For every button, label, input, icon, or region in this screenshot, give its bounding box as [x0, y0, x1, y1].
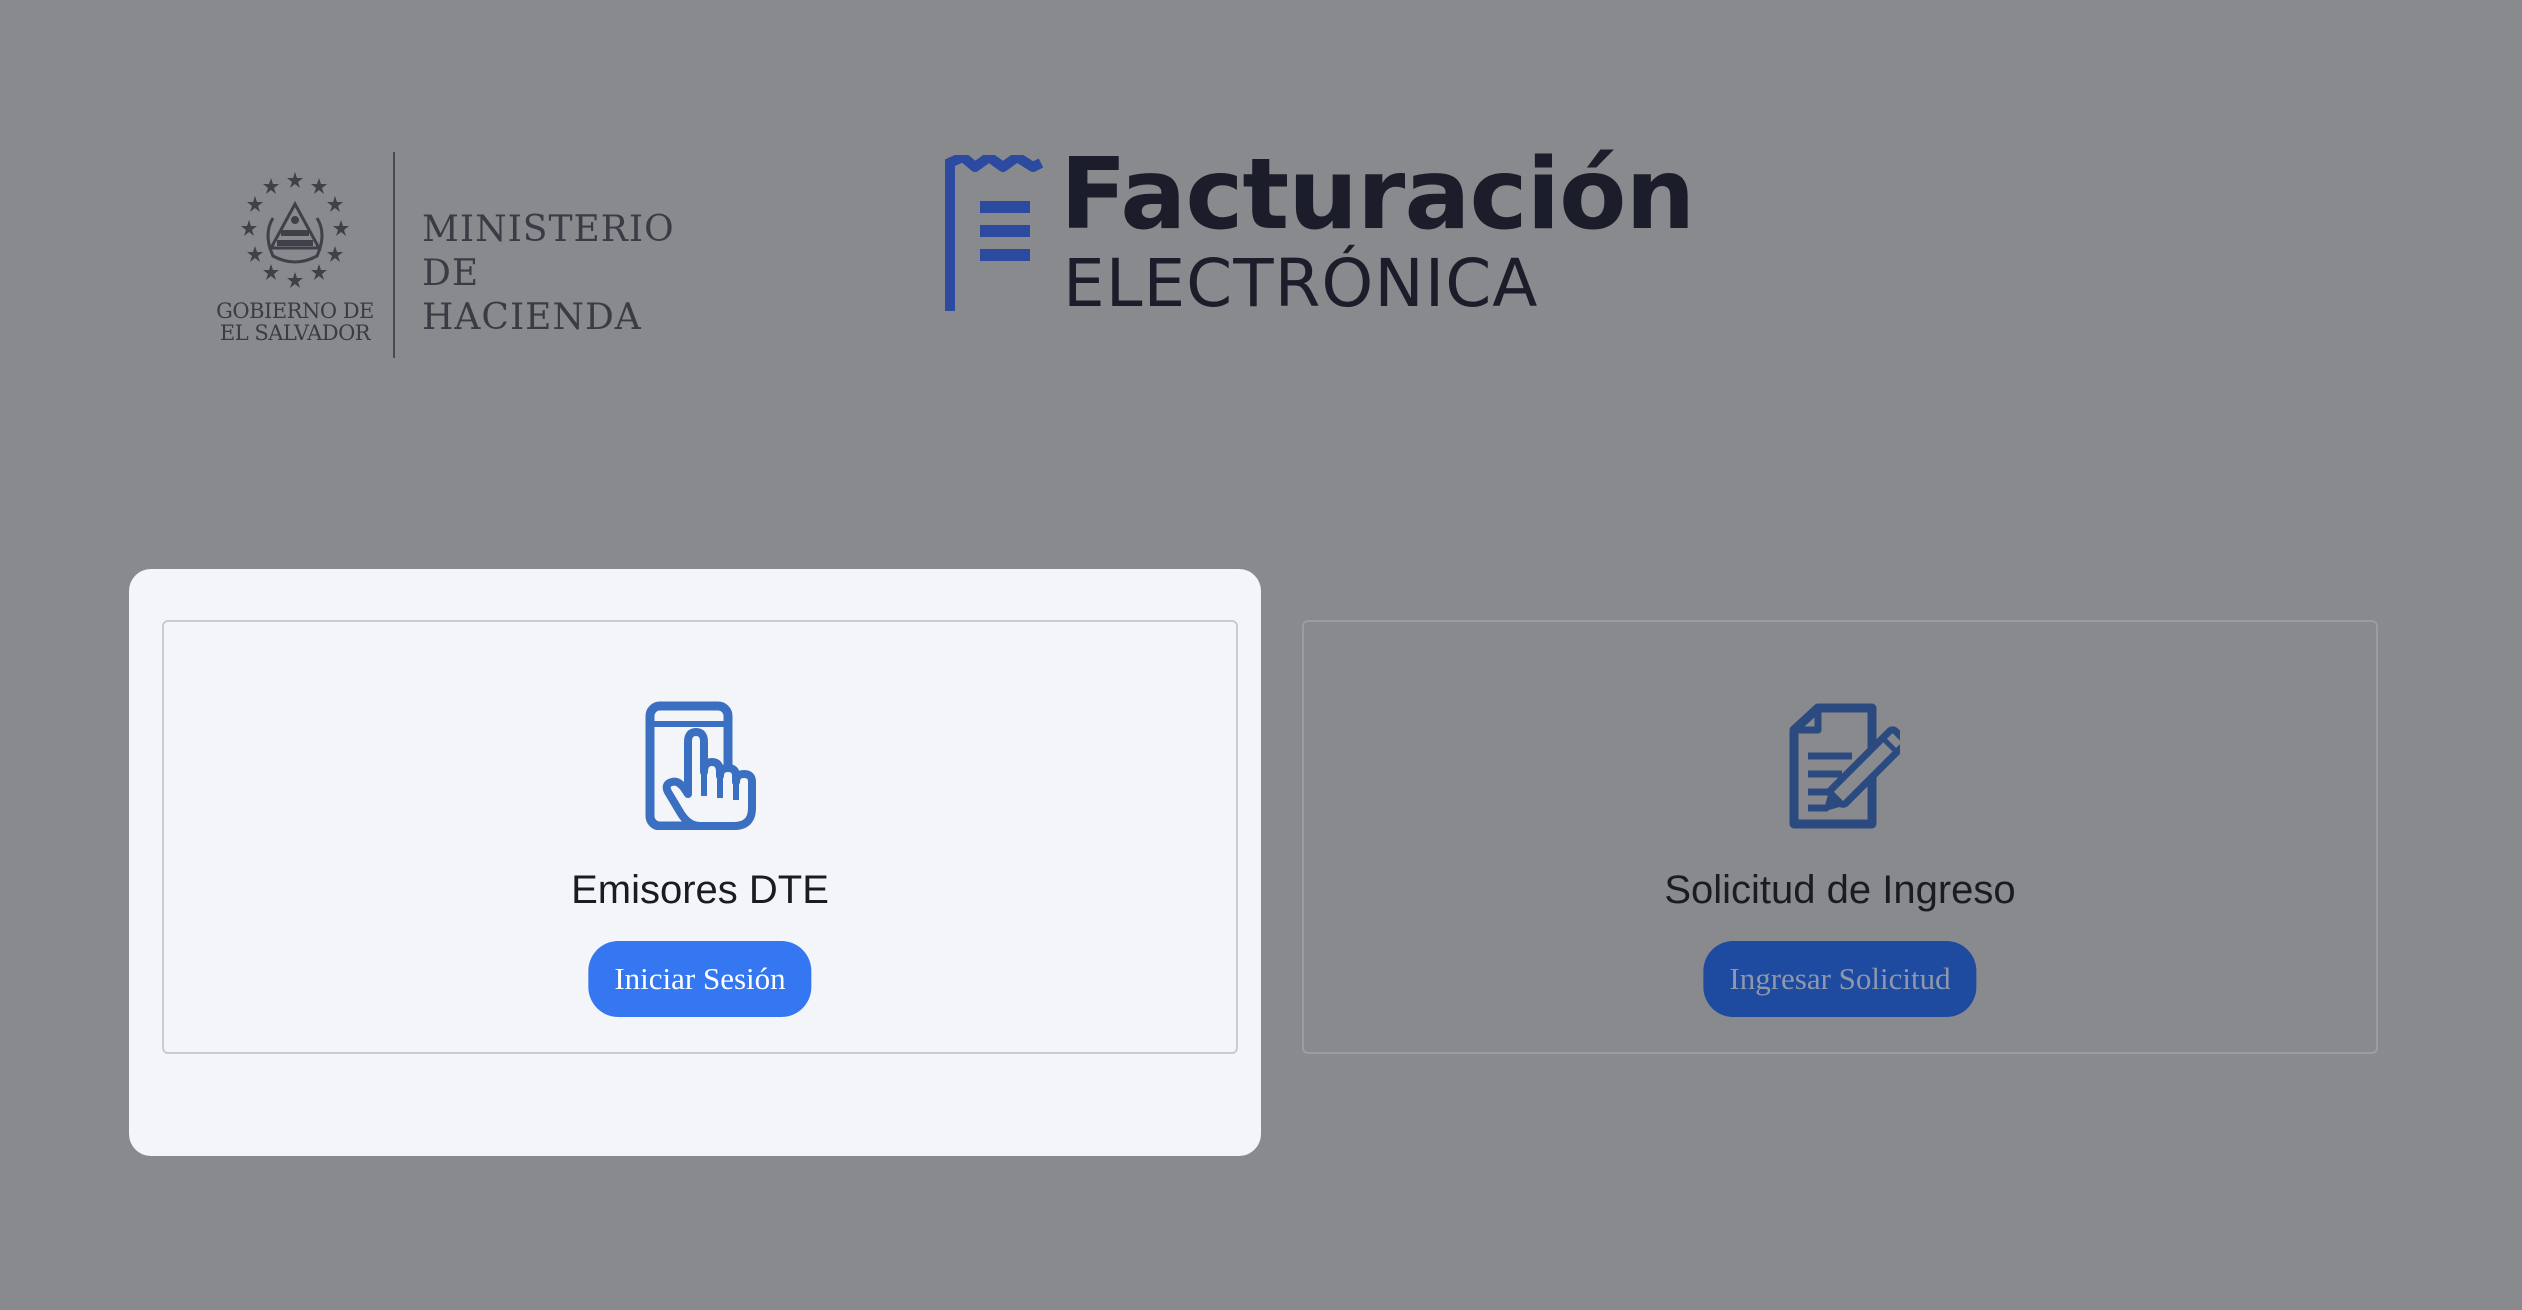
logo-divider [393, 152, 395, 358]
receipt-flag-icon [943, 152, 1045, 315]
ministry-line1: MINISTERIO [422, 209, 675, 250]
ministerio-hacienda-logo: GOBIERNO DE EL SALVADOR MINISTERIO DE HA… [215, 150, 695, 360]
ministry-name: MINISTERIO DE HACIENDA [422, 208, 695, 340]
emblem-caption-line2: EL SALVADOR [219, 321, 371, 345]
solicitud-title: Solicitud de Ingreso [1664, 868, 2016, 912]
ministry-line2: DE HACIENDA [422, 253, 642, 338]
product-title: Facturación [1060, 138, 1695, 252]
emblem-caption: GOBIERNO DE EL SALVADOR [215, 300, 375, 344]
tap-phone-icon [640, 700, 760, 831]
solicitud-card: Solicitud de Ingreso Ingresar Solicitud [1302, 620, 2378, 1054]
emblem-caption-line1: GOBIERNO DE [216, 299, 374, 323]
emisores-title: Emisores DTE [571, 868, 829, 912]
iniciar-sesion-button[interactable]: Iniciar Sesión [588, 941, 812, 1017]
emisores-card: Emisores DTE Iniciar Sesión [162, 620, 1238, 1054]
ingresar-solicitud-button[interactable]: Ingresar Solicitud [1703, 941, 1977, 1017]
facturacion-electronica-logo: Facturación ELECTRÓNICA [943, 140, 1695, 322]
document-edit-icon [1780, 700, 1909, 830]
product-subtitle: ELECTRÓNICA [1063, 245, 1539, 322]
